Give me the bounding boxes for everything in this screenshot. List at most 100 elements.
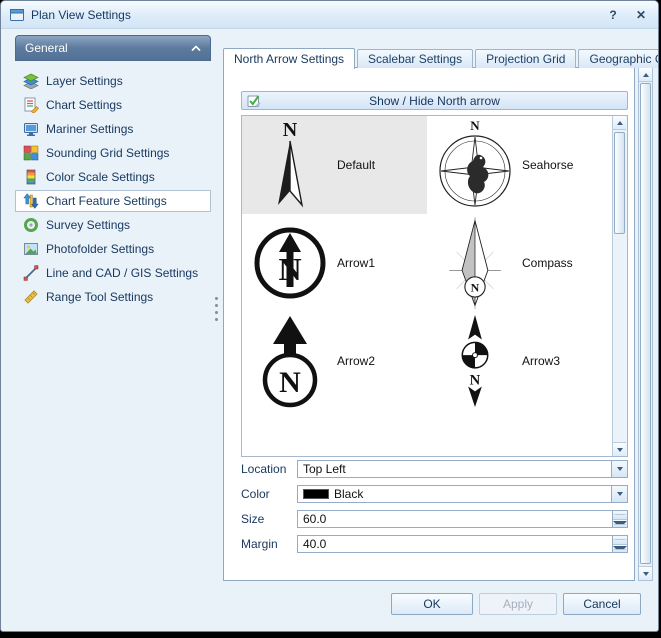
chart-document-icon xyxy=(23,97,39,113)
sidebar-item-chart-settings[interactable]: Chart Settings xyxy=(15,94,211,116)
sidebar-item-label: Color Scale Settings xyxy=(46,170,155,184)
layers-icon xyxy=(23,73,39,89)
tab-north-arrow-settings[interactable]: North Arrow Settings xyxy=(223,48,355,69)
survey-icon xyxy=(23,217,39,233)
sidebar-item-color-scale-settings[interactable]: Color Scale Settings xyxy=(15,166,211,188)
svg-text:N: N xyxy=(469,373,480,389)
scrollbar-thumb[interactable] xyxy=(614,132,625,234)
tab-page-scrollbar[interactable] xyxy=(638,67,653,581)
north-arrow-style-list: N Default N Seahorse N Arrow1 xyxy=(241,115,628,457)
sidebar-item-sounding-grid-settings[interactable]: Sounding Grid Settings xyxy=(15,142,211,164)
tab-projection-grid[interactable]: Projection Grid xyxy=(475,49,576,68)
chevron-up-icon xyxy=(191,41,201,55)
group-header-label: General xyxy=(25,41,68,55)
sidebar-item-label: Survey Settings xyxy=(46,218,130,232)
arrow-style-arrow2[interactable]: N Arrow2 xyxy=(242,312,427,410)
sidebar-item-range-tool-settings[interactable]: Range Tool Settings xyxy=(15,286,211,308)
cancel-button[interactable]: Cancel xyxy=(563,593,641,615)
monitor-icon xyxy=(23,121,39,137)
sidebar-item-label: Photofolder Settings xyxy=(46,242,154,256)
titlebar-buttons: ? ✕ xyxy=(604,6,650,24)
arrow-style-arrow1[interactable]: N Arrow1 xyxy=(242,214,427,312)
color-combobox[interactable]: Black xyxy=(297,485,628,503)
color-swatch-black xyxy=(303,489,329,499)
show-hide-north-arrow-button[interactable]: Show / Hide North arrow xyxy=(241,91,628,110)
range-tool-icon xyxy=(23,289,39,305)
spin-down-icon[interactable] xyxy=(613,520,627,528)
apply-button[interactable]: Apply xyxy=(479,593,557,615)
tab-label: North Arrow Settings xyxy=(234,52,344,66)
svg-text:N: N xyxy=(278,251,301,287)
ok-button[interactable]: OK xyxy=(391,593,473,615)
arrow3-icon: N xyxy=(427,314,522,408)
arrow-style-label: Seahorse xyxy=(522,158,573,172)
sidebar-item-label: Chart Settings xyxy=(46,98,122,112)
scroll-down-icon[interactable] xyxy=(639,566,652,580)
arrow1-icon: N xyxy=(242,225,337,301)
help-button[interactable]: ? xyxy=(604,6,622,24)
arrow-style-label: Arrow3 xyxy=(522,354,560,368)
sidebar-group-general[interactable]: General xyxy=(15,35,211,61)
scroll-up-icon[interactable] xyxy=(613,116,626,130)
location-value: Top Left xyxy=(298,462,611,476)
margin-value: 40.0 xyxy=(298,537,612,551)
svg-text:N: N xyxy=(282,119,297,141)
tab-geographic-grid[interactable]: Geographic Grid xyxy=(578,49,659,68)
checked-checkbox-icon xyxy=(247,94,261,108)
tab-label: Projection Grid xyxy=(486,52,565,66)
north-arrow-settings-panel: Show / Hide North arrow N Default N Seah… xyxy=(223,67,635,581)
size-spinner[interactable]: 60.0 xyxy=(297,510,628,528)
tabstrip: North Arrow Settings Scalebar Settings P… xyxy=(223,47,659,68)
arrow-list-scrollbar[interactable] xyxy=(612,116,627,456)
location-combobox[interactable]: Top Left xyxy=(297,460,628,478)
sidebar-item-label: Range Tool Settings xyxy=(46,290,153,304)
sidebar-item-mariner-settings[interactable]: Mariner Settings xyxy=(15,118,211,140)
scrollbar-thumb[interactable] xyxy=(640,83,651,564)
splitter-grip[interactable] xyxy=(213,295,219,323)
photo-icon xyxy=(23,241,39,257)
arrow-style-compass[interactable]: N Compass xyxy=(427,214,612,312)
arrow2-icon: N xyxy=(242,314,337,408)
sidebar-item-survey-settings[interactable]: Survey Settings xyxy=(15,214,211,236)
sidebar: General Layer Settings Chart Settings Ma… xyxy=(15,35,211,310)
margin-spinner[interactable]: 40.0 xyxy=(297,535,628,553)
cad-line-icon xyxy=(23,265,39,281)
spin-down-icon[interactable] xyxy=(613,545,627,553)
tab-label: Geographic Grid xyxy=(589,52,659,66)
color-scale-icon xyxy=(23,169,39,185)
arrow-style-label: Arrow2 xyxy=(337,354,375,368)
plan-view-settings-dialog: Plan View Settings ? ✕ General Layer Set… xyxy=(0,0,659,632)
size-value: 60.0 xyxy=(298,512,612,526)
sidebar-item-layer-settings[interactable]: Layer Settings xyxy=(15,70,211,92)
spin-up-icon[interactable] xyxy=(613,511,627,520)
svg-text:N: N xyxy=(279,366,301,399)
svg-text:N: N xyxy=(470,281,479,295)
north-arrow-icon xyxy=(23,193,39,209)
arrow-style-arrow3[interactable]: N Arrow3 xyxy=(427,312,612,410)
tab-scalebar-settings[interactable]: Scalebar Settings xyxy=(357,49,473,68)
sidebar-item-label: Sounding Grid Settings xyxy=(46,146,169,160)
scroll-down-icon[interactable] xyxy=(613,442,626,456)
color-row: Color Black xyxy=(224,485,634,503)
scroll-up-icon[interactable] xyxy=(639,68,652,82)
chevron-down-icon[interactable] xyxy=(611,486,627,502)
arrow-style-label: Default xyxy=(337,158,375,172)
close-button[interactable]: ✕ xyxy=(632,6,650,24)
sidebar-item-photofolder-settings[interactable]: Photofolder Settings xyxy=(15,238,211,260)
size-row: Size 60.0 xyxy=(224,510,634,528)
sidebar-item-line-cad-gis-settings[interactable]: Line and CAD / GIS Settings xyxy=(15,262,211,284)
location-label: Location xyxy=(241,462,286,476)
north-arrow-style-grid: N Default N Seahorse N Arrow1 xyxy=(242,116,612,456)
arrow-style-label: Compass xyxy=(522,256,573,270)
tab-label: Scalebar Settings xyxy=(368,52,462,66)
spin-up-icon[interactable] xyxy=(613,536,627,545)
location-row: Location Top Left xyxy=(224,460,634,478)
color-value: Black xyxy=(329,487,611,501)
chevron-down-icon[interactable] xyxy=(611,461,627,477)
titlebar[interactable]: Plan View Settings ? ✕ xyxy=(1,1,658,29)
default-arrow-icon: N xyxy=(242,119,337,211)
svg-text:N: N xyxy=(470,119,480,133)
arrow-style-default[interactable]: N Default xyxy=(242,116,427,214)
arrow-style-seahorse[interactable]: N Seahorse xyxy=(427,116,612,214)
sidebar-item-chart-feature-settings[interactable]: Chart Feature Settings xyxy=(15,190,211,212)
